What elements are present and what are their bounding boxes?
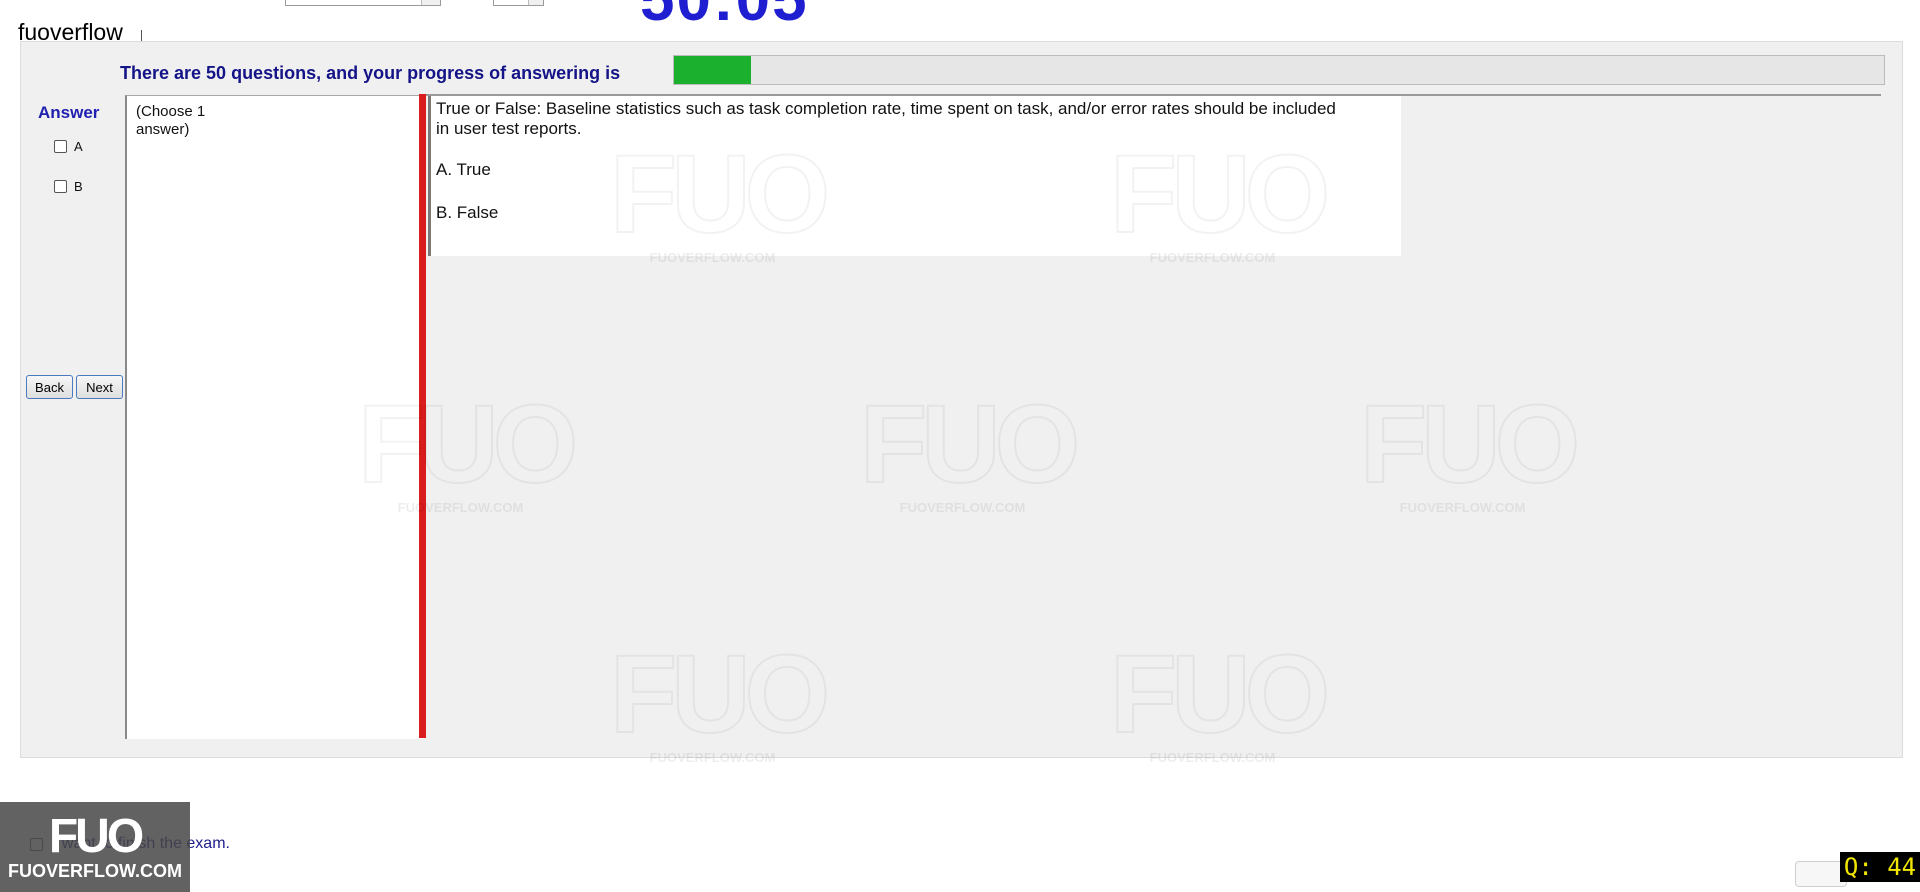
answer-option-label: A [74,139,83,154]
progress-text: There are 50 questions, and your progres… [120,63,621,83]
logo-site-text: FUOVERFLOW.COM [8,860,182,881]
watermark: FUO FUOVERFLOW.COM [1109,133,1331,266]
watermark: FUO FUOVERFLOW.COM [1359,383,1581,516]
progress-fill [674,56,752,84]
checkbox-a[interactable] [54,140,67,153]
answer-option-b[interactable]: B [54,179,83,194]
logo-text: FUO [48,809,144,863]
question-number-badge: Q: 44 [1840,852,1920,882]
dropdown-select[interactable] [285,0,441,6]
next-button[interactable]: Next [76,375,123,399]
dropdown-select-small[interactable] [493,0,544,6]
chevron-down-icon[interactable] [421,0,440,5]
watermark: FUO FUOVERFLOW.COM [609,133,831,266]
answer-option-label: B [74,179,83,194]
instruction-text: (Choose 1 answer) [136,103,206,138]
watermark: FUO FUOVERFLOW.COM [859,383,1081,516]
answer-option-a[interactable]: A [54,139,83,154]
fuoverflow-logo: FUO FUOVERFLOW.COM [0,802,190,892]
checkbox-b[interactable] [54,180,67,193]
answer-title: Answer [38,103,100,122]
watermark: FUO FUOVERFLOW.COM [609,633,831,766]
chevron-down-icon[interactable] [528,0,543,5]
choice-b-text: B. False [436,203,499,222]
countdown-timer: 50:05 [640,0,809,31]
watermark: FUO FUOVERFLOW.COM [357,383,579,516]
choice-a-text: A. True [436,160,491,179]
progress-bar [673,55,1885,85]
back-button[interactable]: Back [26,375,73,399]
watermark: FUO FUOVERFLOW.COM [1109,633,1331,766]
